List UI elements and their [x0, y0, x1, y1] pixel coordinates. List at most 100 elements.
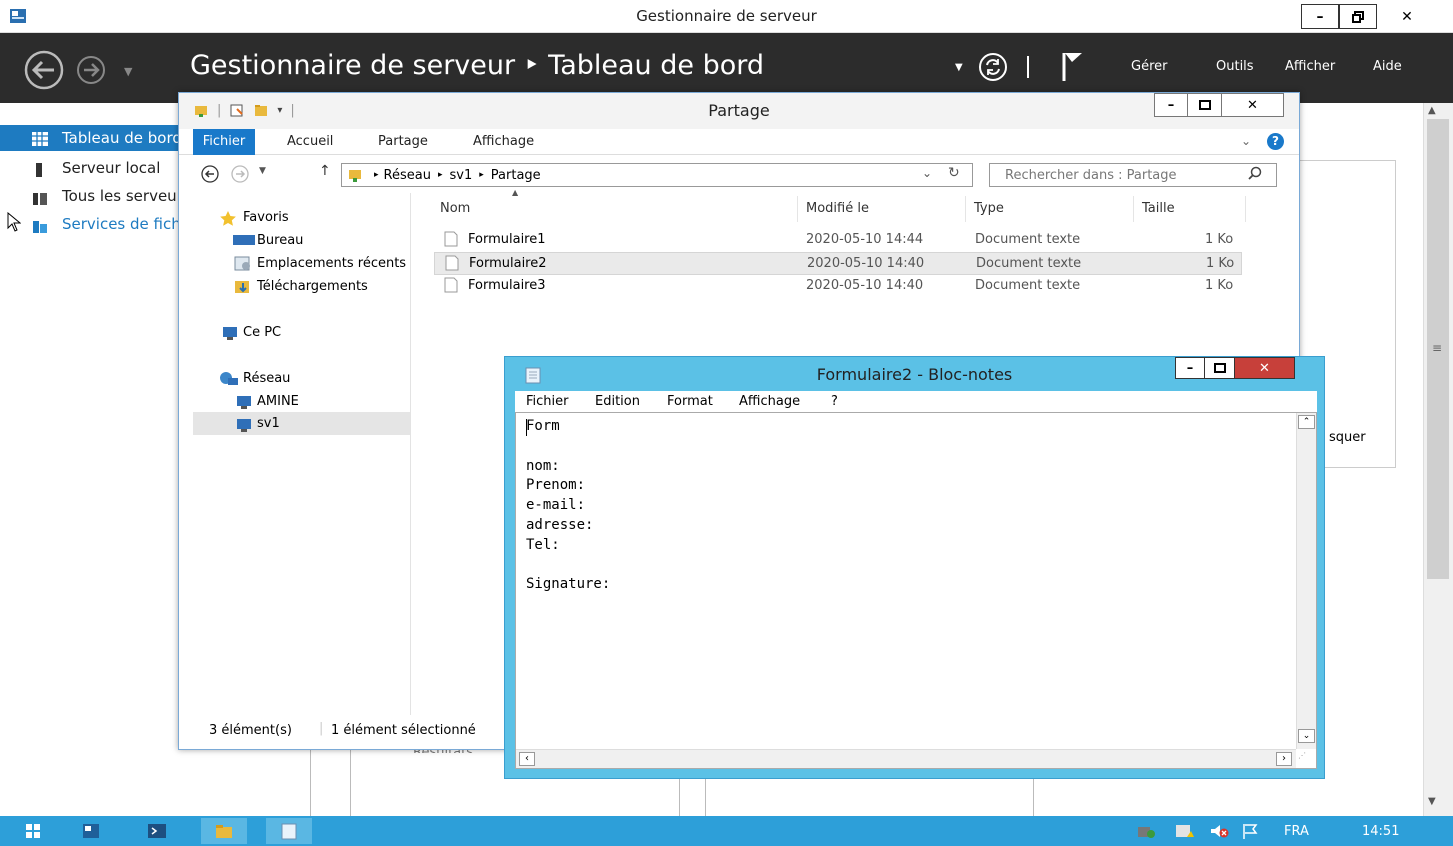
minimize-button[interactable]: –: [1175, 357, 1205, 379]
all-servers-icon: [32, 190, 47, 205]
breadcrumb-sv1[interactable]: sv1: [450, 168, 473, 183]
explorer-window-title: Partage: [708, 101, 770, 120]
column-header-type[interactable]: Type: [966, 196, 1134, 222]
close-button[interactable]: ✕: [1222, 93, 1284, 117]
search-input[interactable]: Rechercher dans : Partage: [989, 163, 1277, 187]
sidebar-item-label: Services de fichiers et de stockage: [62, 215, 183, 233]
navigation-pane: Favoris Bureau Emplacements récents Télé…: [179, 193, 411, 715]
taskbar-server-manager[interactable]: [68, 818, 114, 844]
ribbon-tab-home[interactable]: Accueil: [287, 129, 333, 155]
ribbon-tab-file[interactable]: Fichier: [193, 129, 255, 155]
breadcrumb-dropdown-icon[interactable]: ▼: [955, 62, 963, 73]
start-button[interactable]: [10, 818, 56, 844]
scroll-down-icon[interactable]: ⌄: [1298, 729, 1315, 743]
file-row-formulaire3[interactable]: Formulaire3 2020-05-10 14:40 Document te…: [434, 275, 1242, 298]
nav-item-sv1[interactable]: sv1: [193, 412, 410, 435]
sidebar-item-file-services[interactable]: Services de fichiers et de stockage: [0, 211, 183, 237]
scroll-up-icon[interactable]: ▲: [1428, 105, 1436, 116]
dashboard-scrollbar[interactable]: ▲ ≡ ▼: [1423, 103, 1453, 816]
scroll-right-icon[interactable]: ›: [1276, 752, 1292, 766]
nav-this-pc[interactable]: Ce PC: [219, 321, 281, 343]
volume-muted-icon[interactable]: [1209, 823, 1229, 839]
status-selection: 1 élément sélectionné: [331, 723, 476, 738]
scroll-down-icon[interactable]: ▼: [1428, 796, 1436, 807]
notifications-flag-icon[interactable]: [1059, 50, 1087, 82]
menu-file[interactable]: Fichier: [526, 394, 569, 409]
sidebar-item-all-servers[interactable]: Tous les serveurs: [0, 183, 183, 209]
ribbon-tab-share[interactable]: Partage: [378, 129, 428, 155]
expand-ribbon-icon[interactable]: ⌄: [1241, 134, 1251, 148]
address-dropdown-icon[interactable]: ⌄: [922, 166, 932, 180]
close-button[interactable]: ✕: [1377, 4, 1437, 29]
back-arrow-icon[interactable]: [22, 49, 68, 91]
back-arrow-icon[interactable]: [201, 165, 219, 183]
nav-item-desktop[interactable]: Bureau: [233, 229, 408, 251]
help-icon[interactable]: ?: [1267, 133, 1284, 150]
sidebar-item-label: Serveur local: [62, 159, 161, 177]
taskbar-file-explorer[interactable]: [201, 818, 247, 844]
breadcrumb: Gestionnaire de serveur ‣ Tableau de bor…: [190, 50, 765, 81]
scroll-up-icon[interactable]: ⌃: [1298, 415, 1315, 429]
language-indicator[interactable]: FRA: [1284, 824, 1309, 839]
taskbar-notepad[interactable]: [266, 818, 312, 844]
menu-view[interactable]: Affichage: [739, 394, 800, 409]
nav-item-recent-places[interactable]: Emplacements récents: [233, 252, 410, 274]
menu-edit[interactable]: Edition: [595, 394, 640, 409]
resize-grip-icon[interactable]: ⋰: [1298, 751, 1306, 760]
file-row-formulaire1[interactable]: Formulaire1 2020-05-10 14:44 Document te…: [434, 229, 1242, 252]
refresh-icon[interactable]: [977, 51, 1009, 83]
sidebar-item-dashboard[interactable]: Tableau de bord: [0, 125, 183, 151]
status-item-count: 3 élément(s): [209, 723, 292, 738]
address-bar[interactable]: ▸ Réseau ▸ sv1 ▸ Partage ⌄ ↻: [341, 163, 973, 187]
breadcrumb-network[interactable]: Réseau: [384, 168, 431, 183]
column-header-modified[interactable]: Modifié le: [798, 196, 966, 222]
taskbar-powershell[interactable]: [134, 818, 180, 844]
maximize-button[interactable]: [1205, 357, 1235, 379]
nav-item-downloads[interactable]: Téléchargements: [233, 275, 408, 297]
recent-locations-icon[interactable]: ▼: [259, 166, 266, 176]
search-icon[interactable]: [1248, 166, 1262, 180]
ribbon-tab-view[interactable]: Affichage: [473, 129, 534, 155]
nav-favorites[interactable]: Favoris: [219, 206, 289, 228]
maximize-button[interactable]: [1188, 93, 1222, 117]
clock[interactable]: 14:51: [1362, 824, 1399, 839]
network-status-icon[interactable]: [1137, 823, 1157, 839]
sidebar-item-local-server[interactable]: Serveur local: [0, 155, 183, 181]
forward-arrow-icon[interactable]: [76, 55, 108, 85]
nav-item-amine[interactable]: AMINE: [233, 390, 299, 412]
restore-button[interactable]: [1339, 4, 1377, 29]
menu-view[interactable]: Afficher: [1285, 59, 1335, 74]
header-divider: [1027, 56, 1029, 78]
computer-icon: [233, 394, 251, 409]
menu-help[interactable]: Aide: [1373, 59, 1402, 74]
explorer-window-controls: – ✕: [1154, 93, 1296, 117]
history-dropdown-icon[interactable]: ▼: [124, 65, 132, 78]
recent-places-icon: [233, 256, 251, 271]
minimize-button[interactable]: –: [1154, 93, 1188, 117]
notepad-text-area[interactable]: Form nom: Prenom: e-mail: adresse: Tel: …: [515, 412, 1317, 769]
server-manager-titlebar: Gestionnaire de serveur – ✕: [0, 0, 1453, 33]
breadcrumb-share[interactable]: Partage: [491, 168, 541, 183]
scroll-left-icon[interactable]: ‹: [519, 752, 535, 766]
nav-network[interactable]: Réseau: [219, 367, 290, 389]
column-header-size[interactable]: Taille: [1134, 196, 1246, 222]
minimize-button[interactable]: –: [1301, 4, 1339, 29]
tile-divider: [679, 779, 680, 816]
notepad-content[interactable]: Form nom: Prenom: e-mail: adresse: Tel: …: [526, 417, 1286, 595]
notification-flag-icon[interactable]: [1241, 823, 1259, 839]
forward-arrow-icon[interactable]: [231, 165, 249, 183]
up-arrow-icon[interactable]: ↑: [319, 163, 331, 179]
action-center-icon[interactable]: [1175, 823, 1195, 839]
notepad-vertical-scrollbar[interactable]: ⌃ ⌄: [1296, 413, 1316, 749]
file-row-formulaire2[interactable]: Formulaire2 2020-05-10 14:40 Document te…: [434, 252, 1242, 275]
menu-help[interactable]: ?: [831, 394, 838, 409]
menu-format[interactable]: Format: [667, 394, 713, 409]
explorer-ribbon: Fichier Accueil Partage Affichage ⌄ ?: [179, 129, 1299, 155]
notepad-horizontal-scrollbar[interactable]: ‹ ›: [516, 749, 1296, 768]
menu-tools[interactable]: Outils: [1216, 59, 1254, 74]
menu-manage[interactable]: Gérer: [1131, 59, 1167, 74]
column-header-name[interactable]: Nom: [432, 196, 798, 222]
hide-link-text[interactable]: squer: [1329, 430, 1366, 445]
close-button[interactable]: ✕: [1235, 357, 1295, 379]
refresh-icon[interactable]: ↻: [948, 165, 960, 181]
